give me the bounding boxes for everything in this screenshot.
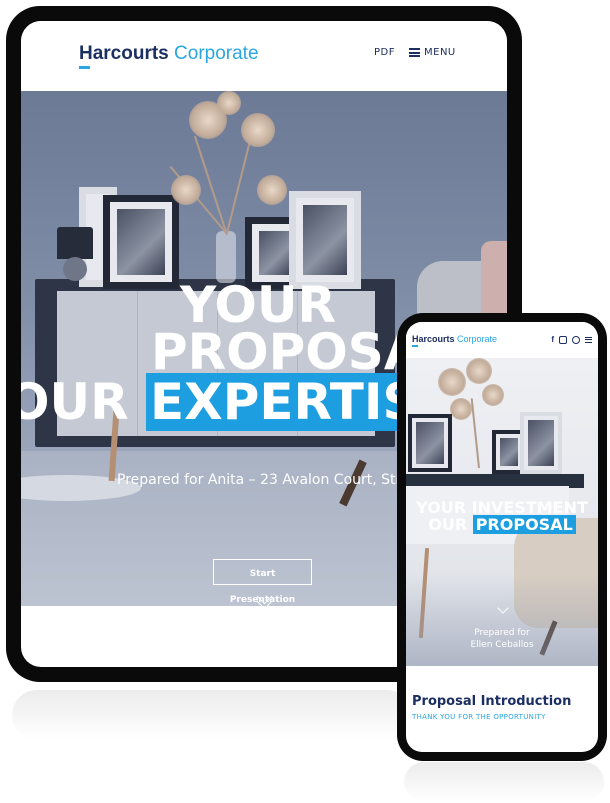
- chevron-down-icon[interactable]: [497, 602, 509, 616]
- hero-lamp-shade: [57, 227, 93, 259]
- facebook-icon[interactable]: f: [551, 335, 554, 344]
- menu-icon[interactable]: [585, 336, 592, 343]
- hero-prepared-for-label: Prepared for: [474, 628, 530, 638]
- phone-header-icons: f: [551, 335, 592, 344]
- tablet-reflection: [12, 690, 412, 740]
- hero-frame-1: [103, 195, 179, 289]
- instagram-icon[interactable]: [559, 335, 567, 344]
- logo-brand-name: Harcourts: [79, 43, 169, 64]
- phone-hero: YOUR INVESTMENT OUR PROPOSAL Prepared fo…: [406, 358, 598, 666]
- section-title: Proposal Introduction: [412, 694, 572, 709]
- logo-brand-name: Harcourts: [412, 334, 455, 344]
- hero-flower: [217, 91, 241, 115]
- start-presentation-button[interactable]: Start Presentation: [213, 559, 312, 605]
- hero-title-highlight: PROPOSAL: [472, 515, 576, 534]
- hero-title-line-2: OUR PROPOSAL: [406, 515, 598, 534]
- hero-flower: [257, 175, 287, 205]
- pdf-link[interactable]: PDF: [374, 47, 395, 58]
- section-subtitle: THANK YOU FOR THE OPPORTUNITY: [412, 713, 546, 721]
- hero-flower: [482, 384, 504, 406]
- hero-flower: [171, 175, 201, 205]
- hero-prepared-for-name: Ellen Ceballos: [470, 640, 534, 650]
- hero-flower: [438, 368, 466, 396]
- logo-brand-sub: Corporate: [457, 334, 498, 344]
- hero-flower: [450, 398, 472, 420]
- hero-frame-3: [289, 191, 361, 289]
- phone-reflection: [404, 762, 604, 802]
- hero-frame-1: [408, 414, 452, 472]
- hero-overlay: [406, 574, 598, 666]
- harcourts-logo[interactable]: Harcourts Corporate: [79, 43, 259, 69]
- globe-icon[interactable]: [572, 335, 580, 344]
- phone-device: Harcourts Corporate f YOUR INVESTMENT OU…: [397, 313, 607, 761]
- menu-label: MENU: [424, 47, 456, 58]
- chevron-down-icon[interactable]: [256, 588, 273, 606]
- menu-button[interactable]: MENU: [409, 47, 456, 58]
- hamburger-icon: [409, 48, 420, 57]
- hero-title-line-3: OUR EXPERTISE: [21, 373, 457, 431]
- proposal-introduction-section: Proposal Introduction THANK YOU FOR THE …: [412, 694, 592, 721]
- logo-brand-sub: Corporate: [174, 43, 259, 64]
- phone-header: Harcourts Corporate f: [406, 322, 598, 358]
- harcourts-logo[interactable]: Harcourts Corporate: [412, 334, 498, 347]
- phone-screen: Harcourts Corporate f YOUR INVESTMENT OU…: [406, 322, 598, 752]
- logo-underline: [412, 345, 418, 347]
- tablet-header: Harcourts Corporate PDF MENU: [21, 21, 507, 91]
- hero-flower: [466, 358, 492, 384]
- hero-flower: [241, 113, 275, 147]
- logo-underline: [79, 66, 90, 69]
- hero-frame-3: [520, 412, 562, 474]
